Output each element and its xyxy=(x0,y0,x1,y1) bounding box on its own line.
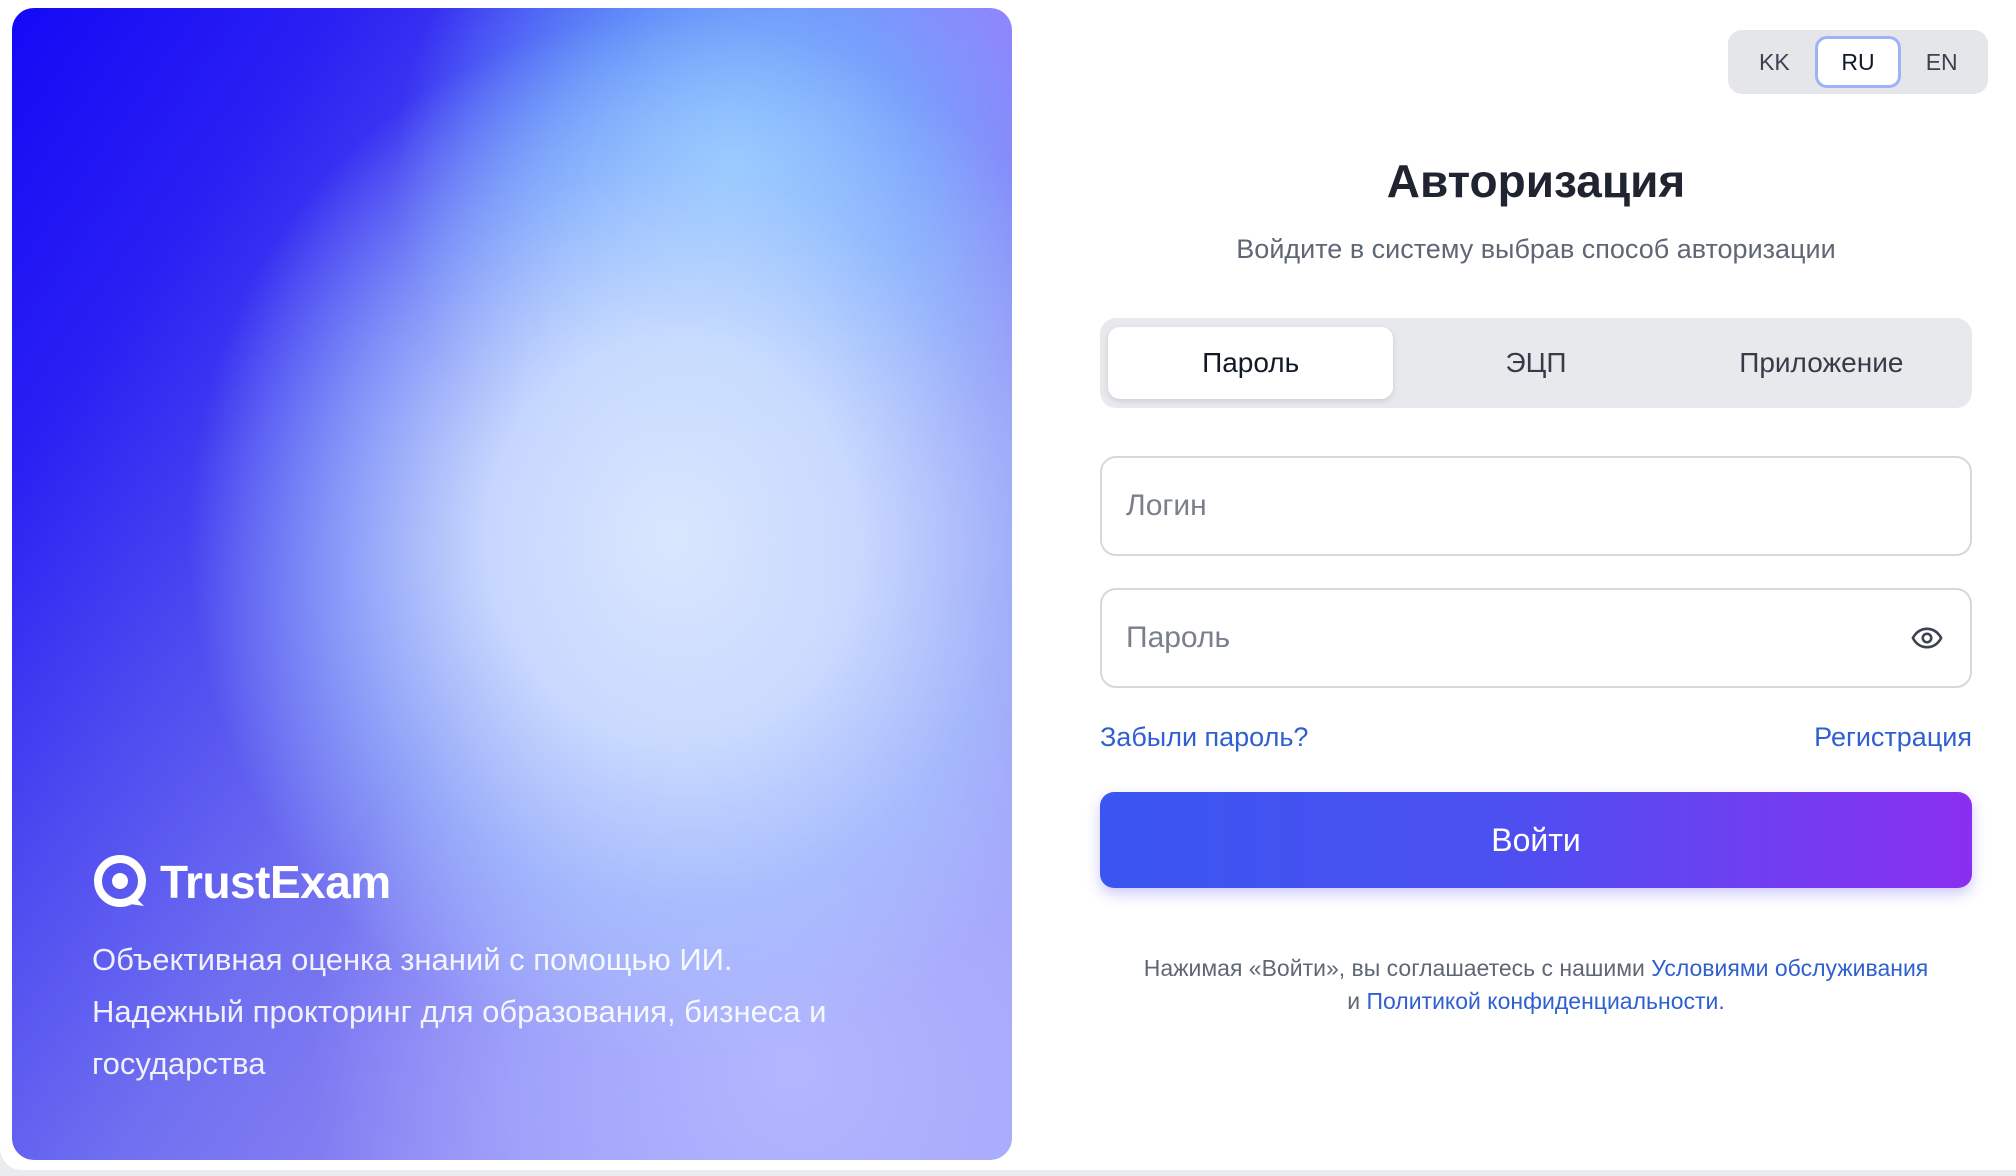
form-links: Забыли пароль? Регистрация xyxy=(1100,722,1972,753)
password-input[interactable] xyxy=(1126,621,1908,655)
tagline-line: Надежный прокторинг для образования, биз… xyxy=(92,994,827,1029)
brand-name: TrustExam xyxy=(160,856,391,908)
lang-option-ru[interactable]: RU xyxy=(1814,36,1902,88)
privacy-link[interactable]: Политикой конфиденциальности xyxy=(1366,988,1718,1014)
legal-and: и xyxy=(1347,988,1361,1014)
tab-eds[interactable]: ЭЦП xyxy=(1393,327,1678,399)
eye-icon[interactable] xyxy=(1908,619,1946,657)
forgot-password-link[interactable]: Забыли пароль? xyxy=(1100,722,1308,753)
login-button[interactable]: Войти xyxy=(1100,792,1972,888)
page-subtitle: Войдите в систему выбрав способ авториза… xyxy=(1236,234,1836,264)
legal-notice: Нажимая «Войти», вы соглашаетесь с нашим… xyxy=(1100,952,1972,1018)
auth-method-tabs: Пароль ЭЦП Приложение xyxy=(1100,318,1972,408)
tagline-line: Объективная оценка знаний с помощью ИИ. xyxy=(92,942,733,977)
hero-tagline: Объективная оценка знаний с помощью ИИ. … xyxy=(92,934,952,1090)
register-link[interactable]: Регистрация xyxy=(1814,722,1972,753)
legal-suffix: . xyxy=(1718,988,1725,1014)
login-window: TrustExam Объективная оценка знаний с по… xyxy=(0,0,2016,1170)
lang-option-kk[interactable]: KK xyxy=(1734,36,1815,88)
tab-app[interactable]: Приложение xyxy=(1679,327,1964,399)
terms-link[interactable]: Условиями обслуживания xyxy=(1651,955,1928,981)
login-field xyxy=(1100,456,1972,556)
page-title: Авторизация xyxy=(1386,155,1686,207)
login-input[interactable] xyxy=(1126,489,1946,523)
tagline-line: государства xyxy=(92,1046,266,1081)
hero-panel: TrustExam Объективная оценка знаний с по… xyxy=(12,8,1012,1160)
language-switcher: KK RU EN xyxy=(1728,30,1988,94)
trustexam-logo-icon xyxy=(94,855,146,907)
brand: TrustExam xyxy=(92,854,391,910)
tab-password[interactable]: Пароль xyxy=(1108,327,1394,399)
legal-prefix: Нажимая «Войти», вы соглашаетесь с нашим… xyxy=(1143,955,1645,981)
lang-option-en[interactable]: EN xyxy=(1901,36,1982,88)
password-field xyxy=(1100,588,1972,688)
